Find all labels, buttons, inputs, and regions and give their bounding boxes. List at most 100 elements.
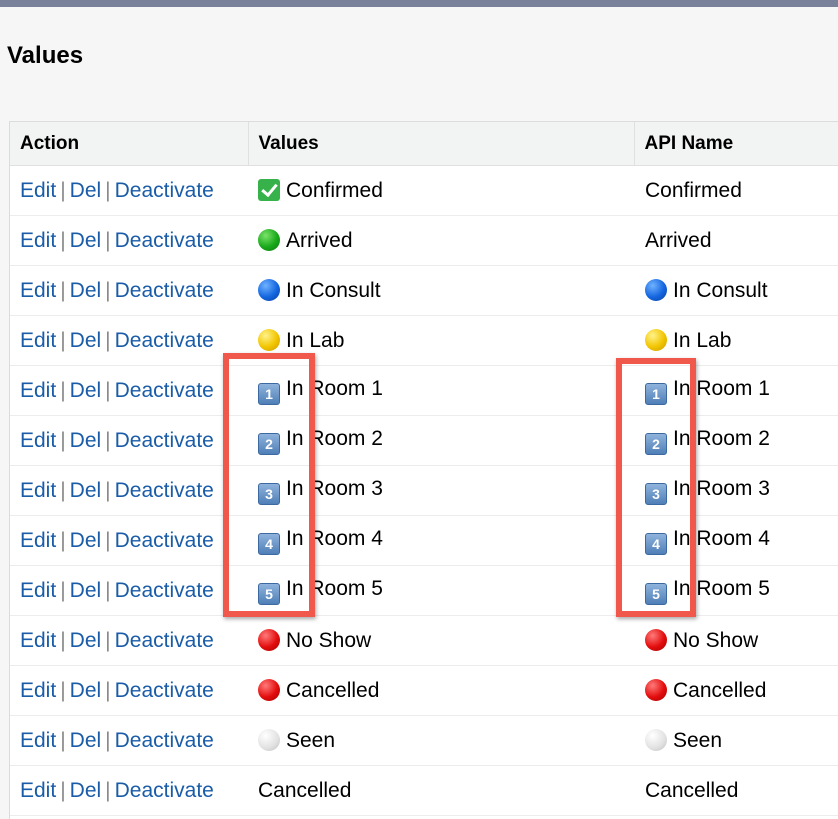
table-row: Edit | Del | Deactivate 4 In Room 4 4 In Room 4 <box>10 515 838 566</box>
column-header-values: Values <box>247 122 634 166</box>
table-row: Edit | Del | Deactivate 3 In Room 3 3 In Room 3 <box>10 465 838 516</box>
deactivate-link[interactable]: Deactivate <box>115 379 214 402</box>
blue-circle-icon <box>645 278 667 301</box>
row-actions: Edit | Del | Deactivate <box>10 765 248 816</box>
delete-link[interactable]: Del <box>70 379 102 402</box>
value-cell: Cancelled <box>248 665 634 716</box>
deactivate-link[interactable]: Deactivate <box>115 729 214 752</box>
delete-link[interactable]: Del <box>70 429 102 452</box>
deactivate-link[interactable]: Deactivate <box>115 629 214 652</box>
action-separator: | <box>60 528 66 552</box>
value-text: Cancelled <box>286 678 380 702</box>
deactivate-link[interactable]: Deactivate <box>115 679 214 702</box>
api-name-cell: Cancelled <box>634 765 838 816</box>
edit-link[interactable]: Edit <box>20 629 56 652</box>
edit-link[interactable]: Edit <box>20 779 56 802</box>
deactivate-link[interactable]: Deactivate <box>115 279 214 302</box>
table-row: Edit | Del | Deactivate Confirmed Confirmed <box>10 165 838 216</box>
row-actions: Edit | Del | Deactivate <box>10 515 248 566</box>
yellow-circle-icon <box>645 328 667 351</box>
delete-link[interactable]: Del <box>70 529 102 552</box>
deactivate-link[interactable]: Deactivate <box>115 529 214 552</box>
delete-link[interactable]: Del <box>70 329 102 352</box>
table-row: Edit | Del | Deactivate Cancelled Cancelled <box>10 665 838 716</box>
edit-link[interactable]: Edit <box>20 279 56 302</box>
table-header-row: Action Values API Name <box>10 122 838 166</box>
value-text: Seen <box>286 728 336 752</box>
blue-circle-icon <box>258 278 280 301</box>
top-bar <box>0 0 838 7</box>
edit-link[interactable]: Edit <box>20 379 56 402</box>
red-circle-icon <box>645 628 667 651</box>
delete-link[interactable]: Del <box>70 679 102 702</box>
values-table: Action Values API Name Edit | Del | Deactiva… <box>9 121 838 819</box>
api-name-text: In Consult <box>673 278 768 302</box>
edit-link[interactable]: Edit <box>20 229 56 252</box>
api-name-text: Cancelled <box>645 778 739 802</box>
delete-link[interactable]: Del <box>70 579 102 602</box>
delete-link[interactable]: Del <box>70 729 102 752</box>
action-separator: | <box>105 428 111 452</box>
deactivate-link[interactable]: Deactivate <box>115 329 214 352</box>
deactivate-link[interactable]: Deactivate <box>115 179 214 202</box>
deactivate-link[interactable]: Deactivate <box>115 479 214 502</box>
edit-link[interactable]: Edit <box>20 179 56 202</box>
check-mark-icon <box>258 178 280 201</box>
api-name-cell: Confirmed <box>634 165 838 216</box>
value-cell: In Consult <box>248 265 634 316</box>
edit-link[interactable]: Edit <box>20 479 56 502</box>
delete-link[interactable]: Del <box>70 629 102 652</box>
action-separator: | <box>60 278 66 302</box>
delete-link[interactable]: Del <box>70 779 102 802</box>
highlight-box-values <box>223 353 315 617</box>
action-separator: | <box>105 728 111 752</box>
action-separator: | <box>105 178 111 202</box>
action-separator: | <box>105 778 111 802</box>
value-cell: Cancelled <box>248 765 634 816</box>
row-actions: Edit | Del | Deactivate <box>10 165 248 216</box>
deactivate-link[interactable]: Deactivate <box>115 429 214 452</box>
row-actions: Edit | Del | Deactivate <box>10 615 248 666</box>
api-name-text: In Lab <box>673 328 732 352</box>
value-cell: Arrived <box>248 215 634 266</box>
action-separator: | <box>60 228 66 252</box>
action-separator: | <box>105 328 111 352</box>
api-name-text: Arrived <box>645 228 712 252</box>
edit-link[interactable]: Edit <box>20 329 56 352</box>
value-text: No Show <box>286 628 372 652</box>
yellow-circle-icon <box>258 328 280 351</box>
value-cell: Seen <box>248 715 634 766</box>
delete-link[interactable]: Del <box>70 479 102 502</box>
value-text: Arrived <box>286 228 353 252</box>
delete-link[interactable]: Del <box>70 279 102 302</box>
delete-link[interactable]: Del <box>70 229 102 252</box>
deactivate-link[interactable]: Deactivate <box>115 579 214 602</box>
edit-link[interactable]: Edit <box>20 729 56 752</box>
edit-link[interactable]: Edit <box>20 529 56 552</box>
action-separator: | <box>60 778 66 802</box>
edit-link[interactable]: Edit <box>20 579 56 602</box>
red-circle-icon <box>645 678 667 701</box>
red-circle-icon <box>258 678 280 701</box>
deactivate-link[interactable]: Deactivate <box>115 779 214 802</box>
action-separator: | <box>105 378 111 402</box>
edit-link[interactable]: Edit <box>20 679 56 702</box>
red-circle-icon <box>258 628 280 651</box>
action-separator: | <box>105 478 111 502</box>
edit-link[interactable]: Edit <box>20 429 56 452</box>
deactivate-link[interactable]: Deactivate <box>115 229 214 252</box>
action-separator: | <box>60 328 66 352</box>
action-separator: | <box>60 578 66 602</box>
white-circle-icon <box>645 728 667 751</box>
table-row: Edit | Del | Deactivate In Consult In Consult <box>10 265 838 316</box>
value-text: Cancelled <box>258 778 352 802</box>
api-name-cell: Arrived <box>634 215 838 266</box>
delete-link[interactable]: Del <box>70 179 102 202</box>
action-separator: | <box>105 278 111 302</box>
green-circle-icon <box>258 228 280 251</box>
action-separator: | <box>60 478 66 502</box>
action-separator: | <box>60 378 66 402</box>
action-separator: | <box>105 678 111 702</box>
action-separator: | <box>105 528 111 552</box>
value-text: Confirmed <box>286 178 383 202</box>
